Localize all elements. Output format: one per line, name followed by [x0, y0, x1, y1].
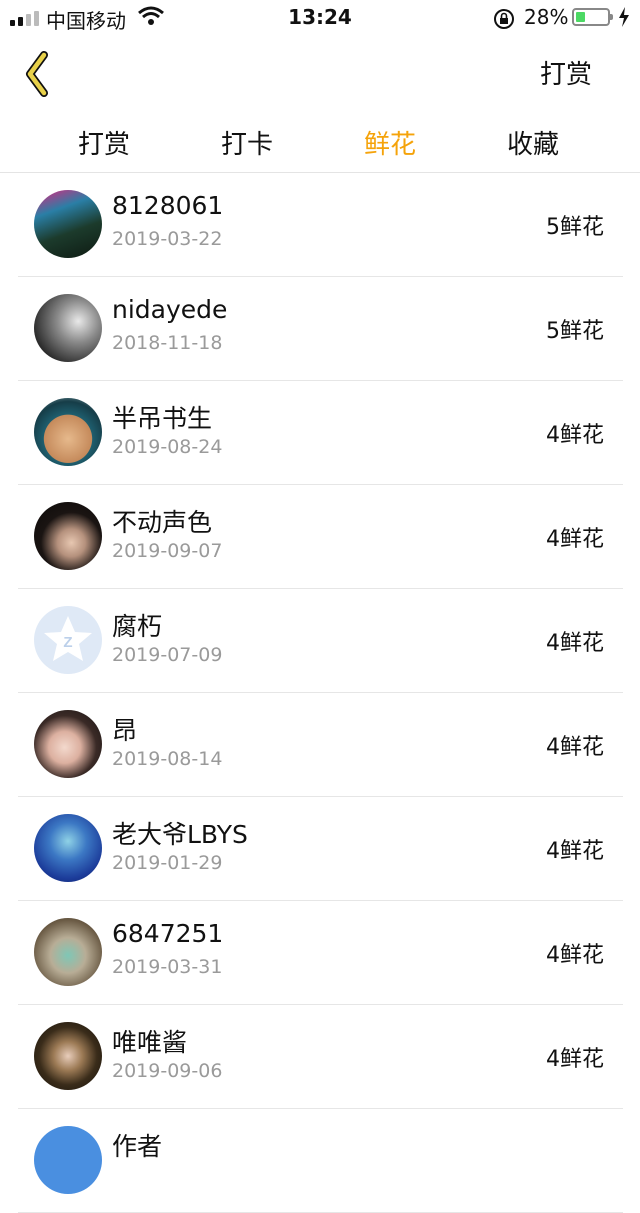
list-item[interactable]: nidayede 2018-11-18 5鲜花 [18, 277, 623, 381]
status-bar: 中国移动 13:24 28% [0, 0, 640, 36]
list-item[interactable]: 6847251 2019-03-31 4鲜花 [18, 901, 623, 1005]
gift-date: 2019-03-22 [112, 228, 223, 250]
flower-count: 4鲜花 [546, 423, 604, 448]
user-name: 6847251 [112, 919, 224, 948]
tab-reward[interactable]: 打赏 [44, 124, 164, 161]
avatar: Z [34, 606, 102, 674]
list-item[interactable]: 老大爷LBYS 2019-01-29 4鲜花 [18, 797, 623, 901]
flower-count: 5鲜花 [546, 215, 604, 240]
list-item[interactable]: 半吊书生 2019-08-24 4鲜花 [18, 381, 623, 485]
list-item[interactable]: 唯唯酱 2019-09-06 4鲜花 [18, 1005, 623, 1109]
user-name: nidayede [112, 295, 228, 324]
flower-count: 4鲜花 [546, 631, 604, 656]
list-item[interactable]: 昂 2019-08-14 4鲜花 [18, 693, 623, 797]
tab-favorites[interactable]: 收藏 [473, 124, 593, 161]
avatar [34, 294, 102, 362]
list-item[interactable]: 不动声色 2019-09-07 4鲜花 [18, 485, 623, 589]
avatar [34, 814, 102, 882]
user-name: 昂 [112, 716, 138, 745]
user-name: 不动声色 [112, 508, 213, 537]
gift-date: 2018-11-18 [112, 332, 223, 354]
list-item[interactable]: 作者 [18, 1109, 623, 1213]
tab-flowers[interactable]: 鲜花 [330, 124, 450, 161]
flower-count: 4鲜花 [546, 735, 604, 760]
default-avatar-icon: Z [44, 616, 92, 661]
user-name: 老大爷LBYS [112, 820, 248, 849]
user-name: 作者 [112, 1132, 163, 1161]
back-button[interactable] [20, 50, 64, 98]
avatar [34, 710, 102, 778]
list-item[interactable]: Z 腐朽 2019-07-09 4鲜花 [18, 589, 623, 693]
gift-date: 2019-09-06 [112, 1060, 223, 1082]
avatar [34, 918, 102, 986]
avatar [34, 502, 102, 570]
user-name: 半吊书生 [112, 404, 213, 433]
gift-date: 2019-01-29 [112, 852, 223, 874]
charging-icon [618, 7, 630, 31]
gift-date: 2019-03-31 [112, 956, 223, 978]
orientation-lock-icon [493, 8, 515, 34]
flower-count: 4鲜花 [546, 527, 604, 552]
gift-date: 2019-08-14 [112, 748, 223, 770]
chevron-left-icon [26, 51, 48, 97]
reward-nav-button[interactable]: 打赏 [540, 54, 592, 91]
user-name: 腐朽 [112, 612, 163, 641]
gift-date: 2019-09-07 [112, 540, 223, 562]
flower-count: 4鲜花 [546, 1047, 604, 1072]
avatar [34, 190, 102, 258]
flower-count: 4鲜花 [546, 839, 604, 864]
gift-date: 2019-08-24 [112, 436, 223, 458]
list-item[interactable]: 8128061 2019-03-22 5鲜花 [18, 173, 623, 277]
nav-bar: 打赏 [0, 36, 640, 110]
battery-icon [572, 8, 613, 26]
battery-percent: 28% [524, 5, 569, 29]
user-name: 8128061 [112, 191, 224, 220]
flower-count: 5鲜花 [546, 319, 604, 344]
tab-bar: 打赏 打卡 鲜花 收藏 [0, 112, 640, 173]
avatar [34, 398, 102, 466]
svg-text:Z: Z [63, 634, 72, 651]
avatar [34, 1126, 102, 1194]
gift-date: 2019-07-09 [112, 644, 223, 666]
flower-count: 4鲜花 [546, 943, 604, 968]
avatar [34, 1022, 102, 1090]
user-name: 唯唯酱 [112, 1028, 188, 1057]
flower-list: 8128061 2019-03-22 5鲜花 nidayede 2018-11-… [0, 173, 640, 1213]
tab-checkin[interactable]: 打卡 [187, 124, 307, 161]
